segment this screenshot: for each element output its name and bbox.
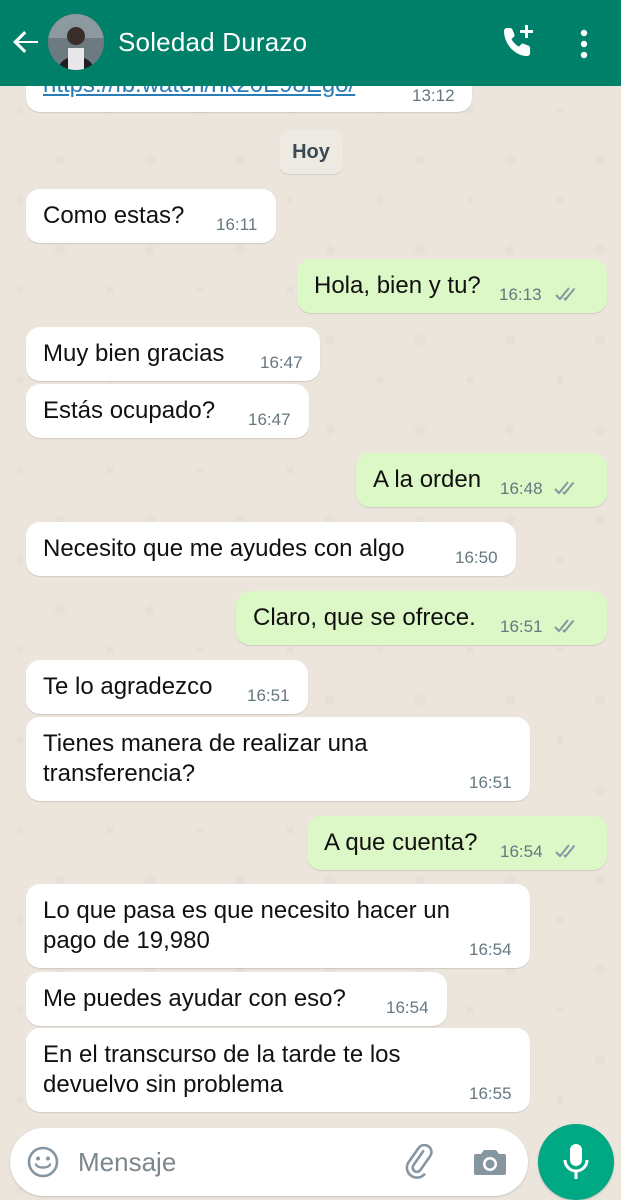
message-time: 13:12 bbox=[412, 86, 455, 105]
message-input[interactable]: Mensaje bbox=[78, 1146, 176, 1178]
message-time: 16:51 bbox=[469, 773, 512, 792]
mic-button[interactable] bbox=[538, 1124, 614, 1200]
message-time: 16:51 bbox=[247, 686, 290, 705]
message-bubble-outgoing[interactable]: Hola, bien y tu? 16:13 bbox=[297, 259, 607, 313]
message-text: Lo que pasa es que necesito hacer un pag… bbox=[43, 897, 450, 954]
message-text: A que cuenta? bbox=[324, 829, 478, 856]
message-time: 16:13 bbox=[499, 285, 542, 304]
message-text: Hola, bien y tu? bbox=[314, 272, 481, 299]
message-time: 16:54 bbox=[386, 998, 429, 1017]
back-arrow-icon[interactable] bbox=[10, 26, 42, 58]
message-time: 16:54 bbox=[469, 940, 512, 959]
message-time: 16:51 bbox=[500, 617, 543, 636]
message-time: 16:50 bbox=[455, 548, 498, 567]
read-receipt-icon bbox=[554, 619, 575, 633]
message-input-bar[interactable]: Mensaje bbox=[10, 1128, 528, 1196]
read-receipt-icon bbox=[554, 481, 575, 495]
message-bubble-incoming[interactable]: Muy bien gracias 16:47 bbox=[26, 327, 320, 381]
message-bubble-incoming[interactable]: Necesito que me ayudes con algo 16:50 bbox=[26, 522, 516, 576]
message-bubble-outgoing[interactable]: A que cuenta? 16:54 bbox=[307, 816, 607, 870]
message-time: 16:47 bbox=[260, 353, 303, 372]
message-text: Como estas? bbox=[43, 202, 185, 229]
message-text: A la orden bbox=[373, 466, 482, 493]
read-receipt-icon bbox=[555, 844, 576, 858]
contact-name[interactable]: Soledad Durazo bbox=[118, 26, 307, 58]
date-divider: Hoy bbox=[279, 130, 343, 174]
message-time: 16:48 bbox=[500, 479, 543, 498]
message-time: 16:11 bbox=[216, 215, 258, 234]
message-time: 16:55 bbox=[469, 1084, 512, 1103]
message-bubble-incoming[interactable]: Estás ocupado? 16:47 bbox=[26, 384, 309, 438]
contact-avatar[interactable] bbox=[48, 14, 104, 70]
microphone-icon bbox=[563, 1144, 589, 1179]
menu-dots-icon[interactable] bbox=[574, 24, 594, 64]
message-bubble-outgoing[interactable]: Claro, que se ofrece. 16:51 bbox=[236, 591, 607, 645]
message-time: 16:54 bbox=[500, 842, 543, 861]
camera-icon[interactable] bbox=[472, 1145, 508, 1179]
message-bubble-incoming[interactable]: En el transcurso de la tarde te los devu… bbox=[26, 1028, 530, 1112]
chat-header: Soledad Durazo bbox=[0, 0, 621, 86]
message-text: Estás ocupado? bbox=[43, 397, 216, 424]
add-call-icon[interactable] bbox=[498, 22, 538, 62]
read-receipt-icon bbox=[555, 287, 576, 301]
message-text: En el transcurso de la tarde te los devu… bbox=[43, 1041, 401, 1098]
message-time: 16:47 bbox=[248, 410, 291, 429]
message-text: Te lo agradezco bbox=[43, 673, 213, 700]
message-bubble-incoming[interactable]: Lo que pasa es que necesito hacer un pag… bbox=[26, 884, 530, 968]
message-text: Tienes manera de realizar una transferen… bbox=[43, 730, 368, 787]
message-text: Muy bien gracias bbox=[43, 340, 225, 367]
paperclip-icon[interactable] bbox=[402, 1144, 438, 1180]
emoji-icon[interactable] bbox=[26, 1145, 60, 1179]
message-bubble-incoming[interactable]: Te lo agradezco 16:51 bbox=[26, 660, 308, 714]
message-bubble-incoming[interactable]: Como estas? 16:11 bbox=[26, 189, 276, 243]
message-bubble-outgoing[interactable]: A la orden 16:48 bbox=[356, 453, 607, 507]
message-text: Necesito que me ayudes con algo bbox=[43, 535, 405, 562]
message-text: Claro, que se ofrece. bbox=[253, 604, 476, 631]
message-bubble-incoming[interactable]: Me puedes ayudar con eso? 16:54 bbox=[26, 972, 447, 1026]
message-bubble-incoming[interactable]: Tienes manera de realizar una transferen… bbox=[26, 717, 530, 801]
message-text: Me puedes ayudar con eso? bbox=[43, 985, 346, 1012]
